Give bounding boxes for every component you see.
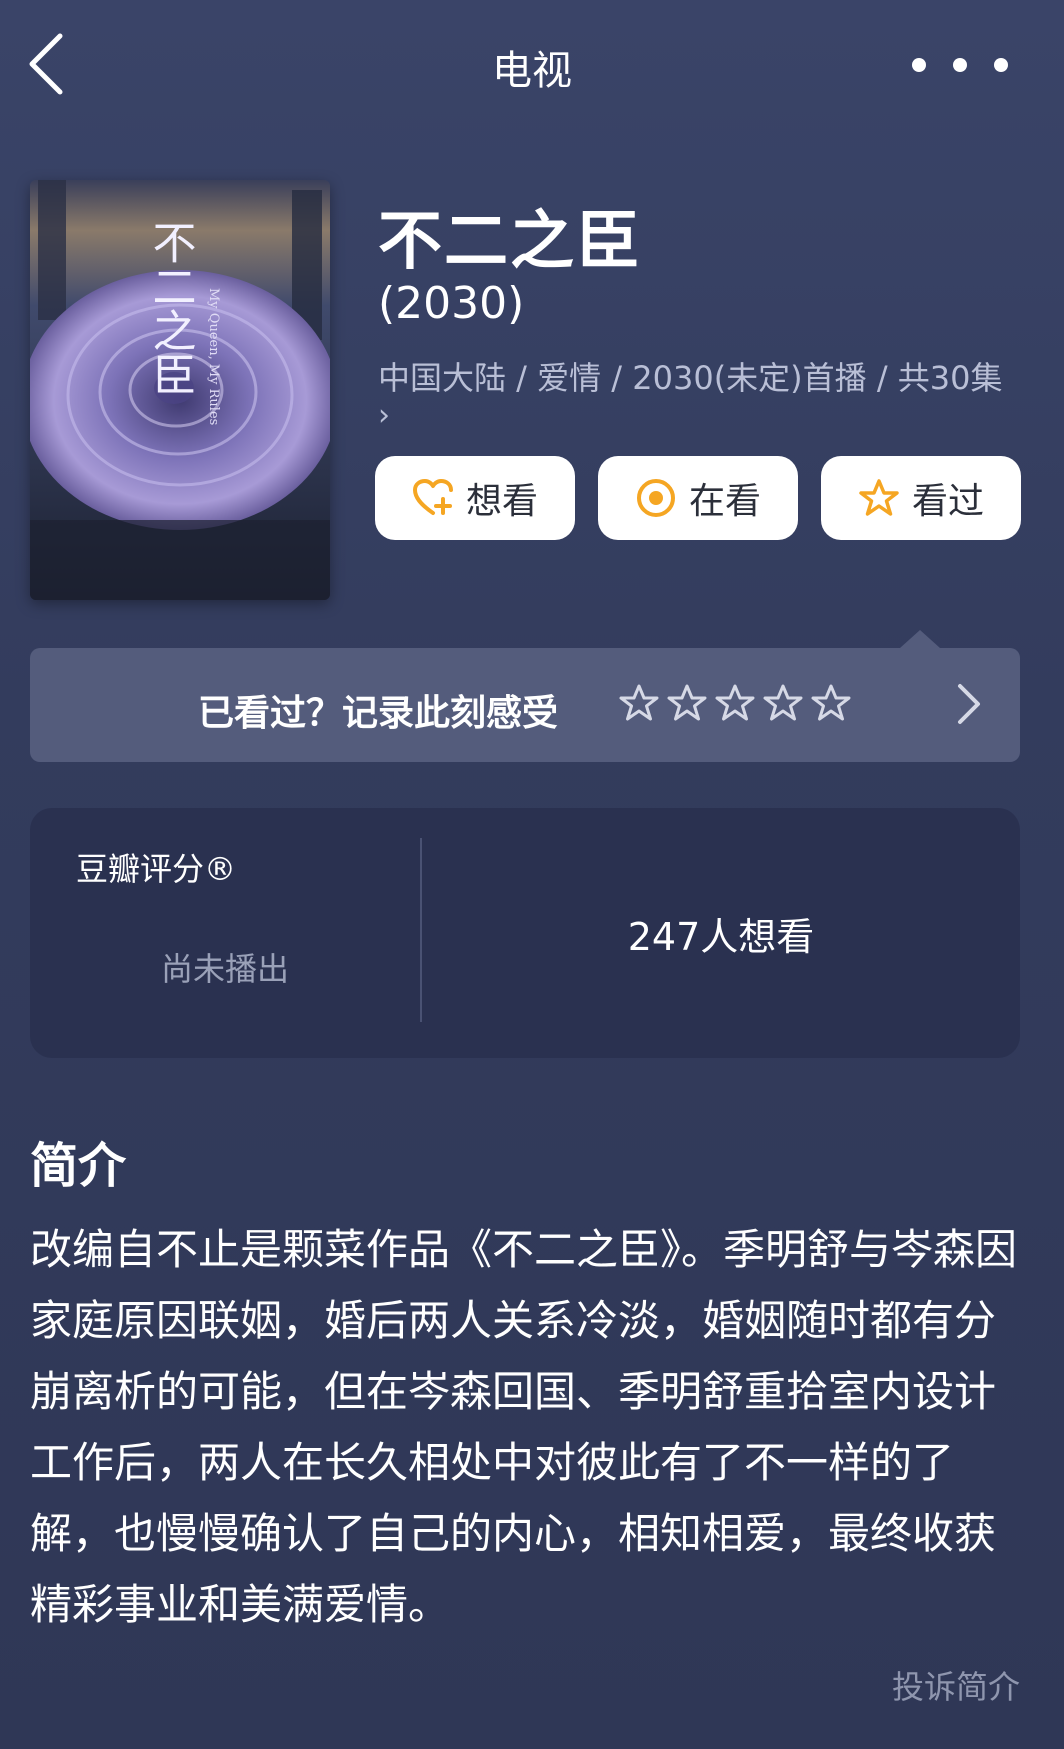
want-to-watch-button[interactable]: 想看 xyxy=(375,456,575,540)
want-to-watch-label: 想看 xyxy=(465,481,538,522)
score-card: 豆瓣评分® 尚未播出 247人想看 xyxy=(30,808,1020,1058)
synopsis-text: 改编自不止是颗菜作品《不二之臣》。季明舒与岑森因家庭原因联姻，婚后两人关系冷淡，… xyxy=(30,1225,1018,1629)
synopsis-heading: 简介 xyxy=(30,1138,127,1194)
star-icon[interactable] xyxy=(714,682,756,724)
score-status: 尚未播出 xyxy=(160,950,289,988)
star-icon[interactable] xyxy=(810,682,852,724)
report-synopsis-link[interactable]: 投诉简介 xyxy=(892,1662,1020,1708)
rate-record-bar[interactable]: 已看过？记录此刻感受 xyxy=(30,630,1020,762)
more-horizontal-icon xyxy=(912,58,926,72)
record-prompt: 已看过？记录此刻感受 xyxy=(198,693,559,734)
douban-score-label: 豆瓣评分® xyxy=(76,850,237,888)
star-rating[interactable] xyxy=(618,682,852,724)
more-dot xyxy=(953,58,967,72)
watched-button[interactable]: 看过 xyxy=(821,456,1021,540)
bar-pointer xyxy=(900,630,940,648)
top-nav-bar: 电视 xyxy=(0,0,1064,130)
chevron-right-icon[interactable] xyxy=(954,682,984,726)
want-count[interactable]: 247人想看 xyxy=(422,906,1020,961)
star-icon[interactable] xyxy=(762,682,804,724)
page-title: 电视 xyxy=(492,48,572,94)
watched-label: 看过 xyxy=(911,481,984,522)
meta-chevron-icon[interactable]: › xyxy=(378,398,390,433)
poster-image[interactable]: 不二之臣 My Queen, My Rules xyxy=(30,180,330,600)
show-year: (2030) xyxy=(378,278,525,329)
star-icon xyxy=(858,477,900,519)
star-icon[interactable] xyxy=(666,682,708,724)
heart-plus-icon xyxy=(412,477,454,519)
more-options-button[interactable] xyxy=(912,50,1008,80)
target-circle-icon xyxy=(635,477,677,519)
poster-subtitle-text: My Queen, My Rules xyxy=(206,288,221,425)
more-dot xyxy=(994,58,1008,72)
watching-button[interactable]: 在看 xyxy=(598,456,798,540)
poster-title-text: 不二之臣 xyxy=(145,220,196,396)
show-meta[interactable]: 中国大陆 / 爱情 / 2030(未定)首播 / 共30集 xyxy=(378,358,1028,398)
star-icon[interactable] xyxy=(618,682,660,724)
watching-label: 在看 xyxy=(688,481,761,522)
show-title: 不二之臣 xyxy=(378,205,642,279)
